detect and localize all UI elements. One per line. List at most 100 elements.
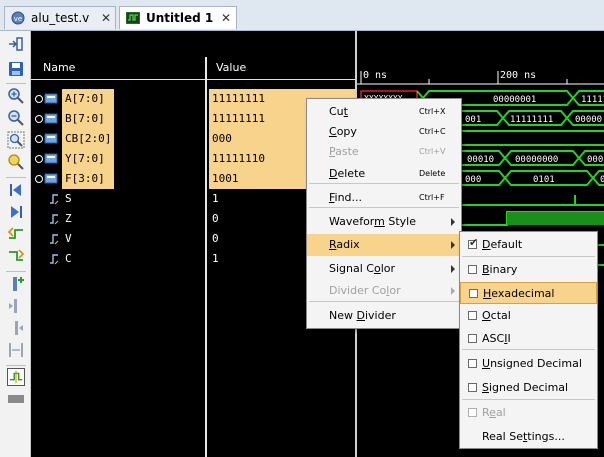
- wave-value: 001: [465, 115, 481, 125]
- menu-item-new-divider[interactable]: New Divider: [307, 305, 461, 327]
- checkbox-icon: [468, 408, 477, 417]
- radix-option-octal[interactable]: Octal: [460, 305, 597, 327]
- signal-value: 11111111: [212, 112, 265, 125]
- expand-toggle-icon[interactable]: [35, 115, 43, 123]
- radix-option-ascii[interactable]: ASCII: [460, 328, 597, 350]
- name-column-header[interactable]: Name: [43, 61, 75, 74]
- add-marker-icon[interactable]: [7, 275, 25, 293]
- go-to-end-icon[interactable]: [7, 203, 25, 221]
- toolbar-separator: [6, 83, 26, 84]
- menu-item-shortcut: Ctrl+V: [419, 147, 446, 156]
- menu-item-shortcut: Ctrl+F: [419, 193, 445, 202]
- radix-option-binary[interactable]: Binary: [460, 259, 597, 281]
- wave-value: 00000: [575, 115, 602, 125]
- menu-item-label: New Divider: [329, 309, 396, 322]
- signal-value: 1001: [212, 172, 239, 185]
- menu-item-cut[interactable]: Cut Ctrl+X: [307, 101, 461, 123]
- checkbox-icon: [468, 265, 477, 274]
- close-icon[interactable]: ✕: [101, 11, 111, 25]
- go-to-start-icon[interactable]: [7, 181, 25, 199]
- expand-toggle-icon[interactable]: [35, 95, 43, 103]
- wave-value: 11111: [581, 95, 604, 105]
- prev-transition-icon[interactable]: [7, 225, 25, 243]
- wave-value: 000: [465, 175, 481, 185]
- wave-value: 0: [600, 175, 604, 185]
- snap-to-transition-icon[interactable]: [7, 368, 25, 386]
- tab-label: Untitled 1: [146, 11, 214, 25]
- checkbox-icon: [468, 311, 477, 320]
- close-icon[interactable]: ✕: [221, 11, 231, 25]
- radix-option-unsigned-decimal[interactable]: Unsigned Decimal: [460, 353, 597, 375]
- signal-name: Z: [65, 212, 72, 225]
- signal-icon: [50, 234, 59, 245]
- checkbox-icon: [468, 383, 477, 392]
- zoom-out-icon[interactable]: [7, 109, 25, 127]
- menu-item-divider-color: Divider Color: [307, 280, 461, 302]
- signal-name: V: [65, 232, 72, 245]
- menu-item-waveform-style[interactable]: Waveform Style: [307, 211, 461, 233]
- signal-name: S: [65, 192, 72, 205]
- submenu-arrow-icon: [451, 265, 455, 273]
- prev-marker-icon[interactable]: [7, 297, 25, 315]
- expand-icon[interactable]: [7, 390, 25, 408]
- import-icon[interactable]: [7, 35, 25, 53]
- radix-option-label: Default: [482, 238, 523, 251]
- expand-toggle-icon[interactable]: [35, 155, 43, 163]
- timeline-label-0: 0 ns: [363, 70, 387, 81]
- next-transition-icon[interactable]: [7, 247, 25, 265]
- signal-value: 1: [212, 192, 219, 205]
- cursor-icon[interactable]: [7, 153, 25, 171]
- radix-option-default[interactable]: ✔ Default: [460, 234, 597, 256]
- menu-item-signal-color[interactable]: Signal Color: [307, 258, 461, 280]
- editor-tab-bar: ve alu_test.v ✕ Untitled 1 ✕: [0, 0, 604, 31]
- expand-toggle-icon[interactable]: [35, 135, 43, 143]
- tab-untitled-1[interactable]: Untitled 1 ✕: [119, 6, 237, 29]
- menu-item-label: Paste: [329, 145, 359, 158]
- swap-cursors-icon[interactable]: [7, 341, 25, 359]
- menu-item-radix[interactable]: Radix: [307, 234, 461, 256]
- radix-option-real-settings[interactable]: Real Settings...: [460, 426, 597, 448]
- check-icon: ✔: [469, 236, 479, 249]
- radix-option-label: Real: [482, 406, 506, 419]
- menu-item-shortcut: Ctrl+C: [419, 127, 446, 136]
- bus-icon: [44, 113, 58, 124]
- menu-item-shortcut: Ctrl+X: [419, 107, 446, 116]
- wave-value: 00000000: [515, 155, 558, 165]
- checkbox-icon: [468, 334, 477, 343]
- signal-name: CB[2:0]: [65, 132, 112, 145]
- bus-icon: [44, 93, 58, 104]
- radix-option-hexadecimal[interactable]: Hexadecimal: [460, 282, 597, 304]
- menu-item-label: Delete: [329, 167, 366, 180]
- signal-value: 0: [212, 232, 219, 245]
- tab-alu-test[interactable]: ve alu_test.v ✕: [4, 6, 116, 29]
- wave-value: 00010: [467, 155, 494, 165]
- waveform-toolbar: [0, 31, 31, 457]
- bus-icon: [44, 153, 58, 164]
- radix-option-signed-decimal[interactable]: Signed Decimal: [460, 377, 597, 399]
- radix-option-label: ASCII: [482, 332, 511, 345]
- menu-item-label: Cut: [329, 105, 348, 118]
- menu-item-copy[interactable]: Copy Ctrl+C: [307, 121, 461, 143]
- next-marker-icon[interactable]: [7, 319, 25, 337]
- submenu-arrow-icon: [451, 241, 455, 249]
- signal-name: B[7:0]: [65, 112, 105, 125]
- menu-separator: [462, 349, 595, 350]
- radix-option-real: Real: [460, 402, 597, 424]
- wave-value: 0101: [533, 175, 555, 185]
- menu-separator: [462, 399, 595, 400]
- zoom-fit-icon[interactable]: [7, 131, 25, 149]
- value-column-header[interactable]: Value: [216, 61, 246, 74]
- wave-value: 11111111: [510, 115, 553, 125]
- menu-item-find[interactable]: Find... Ctrl+F: [307, 187, 461, 209]
- menu-item-delete[interactable]: Delete Delete: [307, 163, 461, 185]
- menu-item-paste: Paste Ctrl+V: [307, 141, 461, 163]
- save-icon[interactable]: [7, 60, 25, 78]
- expand-toggle-icon[interactable]: [35, 175, 43, 183]
- signal-name: Y[7:0]: [65, 152, 105, 165]
- signal-value: 0: [212, 212, 219, 225]
- panel-header-bar: [31, 31, 355, 57]
- zoom-in-icon[interactable]: [7, 87, 25, 105]
- signal-icon: [50, 254, 59, 265]
- submenu-arrow-icon: [451, 218, 455, 226]
- menu-item-label: Radix: [329, 238, 360, 251]
